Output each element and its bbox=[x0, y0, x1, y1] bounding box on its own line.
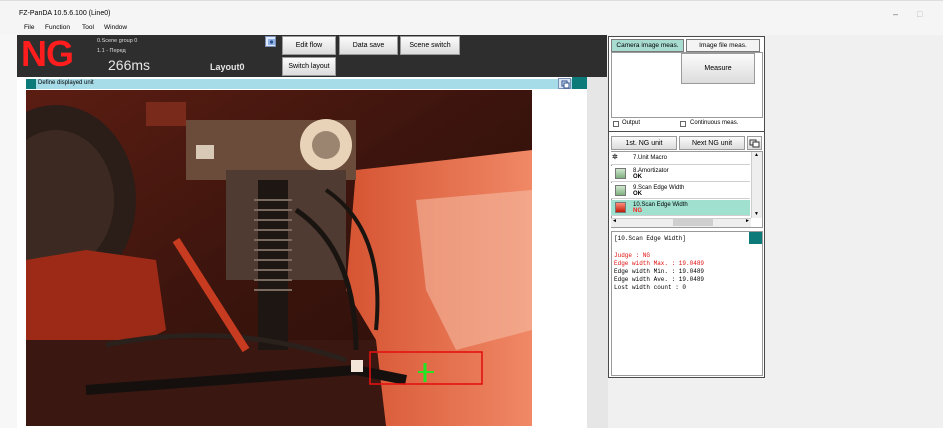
menu-file[interactable]: File bbox=[24, 24, 34, 31]
viewer-corner-marker bbox=[572, 77, 587, 89]
tab-image-file-meas[interactable]: Image file meas. bbox=[686, 39, 760, 52]
edge-width-ave: Edge width Ave. : 19.0489 bbox=[614, 276, 705, 283]
continuous-meas-label: Continuous meas. bbox=[690, 120, 739, 126]
copy-icon[interactable] bbox=[558, 78, 571, 89]
output-label: Output bbox=[622, 120, 641, 126]
empty-workspace bbox=[766, 36, 943, 428]
camera-image bbox=[26, 90, 532, 426]
measurement-region[interactable] bbox=[344, 352, 456, 384]
divider bbox=[608, 131, 765, 132]
scene-switch-button[interactable]: Scene switch bbox=[400, 36, 460, 55]
output-checkbox[interactable] bbox=[613, 121, 619, 127]
unit-icon bbox=[615, 185, 626, 196]
lost-width-count: Lost width count : 0 bbox=[614, 284, 687, 291]
scroll-down-icon[interactable]: ▼ bbox=[752, 211, 761, 217]
unit-icon bbox=[615, 168, 626, 179]
list-item[interactable]: 8.Amortizator OK bbox=[611, 166, 750, 182]
image-settings-icon[interactable] bbox=[265, 36, 276, 47]
define-displayed-unit-label[interactable]: Define displayed unit bbox=[38, 80, 94, 86]
details-title: [10.Scan Edge Width] bbox=[614, 235, 687, 242]
title-bar bbox=[0, 0, 943, 22]
viewer-scroll-area bbox=[587, 77, 608, 428]
measure-button[interactable]: Measure bbox=[681, 53, 755, 84]
details-judge: Judge : NG bbox=[614, 252, 651, 259]
edit-flow-button[interactable]: Edit flow bbox=[282, 36, 336, 55]
viewer-header bbox=[26, 79, 588, 89]
scroll-right-icon[interactable]: ► bbox=[745, 218, 750, 224]
details-marker bbox=[749, 232, 762, 244]
unit-name: 7.Unit Macro bbox=[633, 155, 668, 161]
unit-result: NG bbox=[633, 208, 642, 214]
viewer-header-marker bbox=[26, 79, 36, 89]
processing-time: 266ms bbox=[108, 57, 151, 73]
list-item-selected[interactable]: 10.Scan Edge Width NG bbox=[611, 200, 750, 216]
data-save-button[interactable]: Data save bbox=[339, 36, 398, 55]
menu-tool[interactable]: Tool bbox=[82, 24, 94, 31]
copy-icon[interactable] bbox=[747, 136, 762, 150]
edge-width-max: Edge width Max. : 19.0489 bbox=[614, 260, 705, 267]
maximize-button[interactable]: □ bbox=[917, 9, 922, 19]
scene-group-label: 0.Scene group 0 bbox=[97, 38, 138, 44]
left-gutter bbox=[0, 35, 17, 428]
layout-label: Layout0 bbox=[210, 62, 245, 72]
unit-result: OK bbox=[633, 174, 642, 180]
first-ng-unit-button[interactable]: 1st. NG unit bbox=[611, 136, 677, 150]
unit-result: OK bbox=[633, 191, 642, 197]
list-vertical-scrollbar[interactable] bbox=[751, 152, 762, 218]
scroll-thumb[interactable] bbox=[673, 219, 713, 226]
scroll-up-icon[interactable]: ▲ bbox=[752, 152, 761, 158]
list-item[interactable]: 9.Scan Edge Width OK bbox=[611, 183, 750, 199]
unit-macro-icon: ✲ bbox=[612, 154, 618, 161]
scroll-left-icon[interactable]: ◄ bbox=[612, 218, 617, 224]
unit-icon bbox=[615, 202, 626, 213]
minimize-button[interactable]: – bbox=[893, 9, 898, 19]
menu-window[interactable]: Window bbox=[104, 24, 127, 31]
judge-result: NG bbox=[21, 33, 74, 74]
scene-label: 1.1 - Перед bbox=[97, 48, 126, 54]
tab-camera-image-meas[interactable]: Camera image meas. bbox=[611, 39, 684, 52]
switch-layout-button[interactable]: Switch layout bbox=[282, 57, 336, 76]
list-item[interactable]: ✲ 7.Unit Macro bbox=[611, 152, 750, 165]
menu-bar bbox=[0, 22, 943, 35]
continuous-meas-checkbox[interactable] bbox=[680, 121, 686, 127]
edge-width-min: Edge width Min. : 19.0489 bbox=[614, 268, 705, 275]
next-ng-unit-button[interactable]: Next NG unit bbox=[679, 136, 745, 150]
menu-function[interactable]: Function bbox=[45, 24, 70, 31]
window-title: FZ-PanDA 10.5.6.100 (Line0) bbox=[19, 10, 111, 17]
